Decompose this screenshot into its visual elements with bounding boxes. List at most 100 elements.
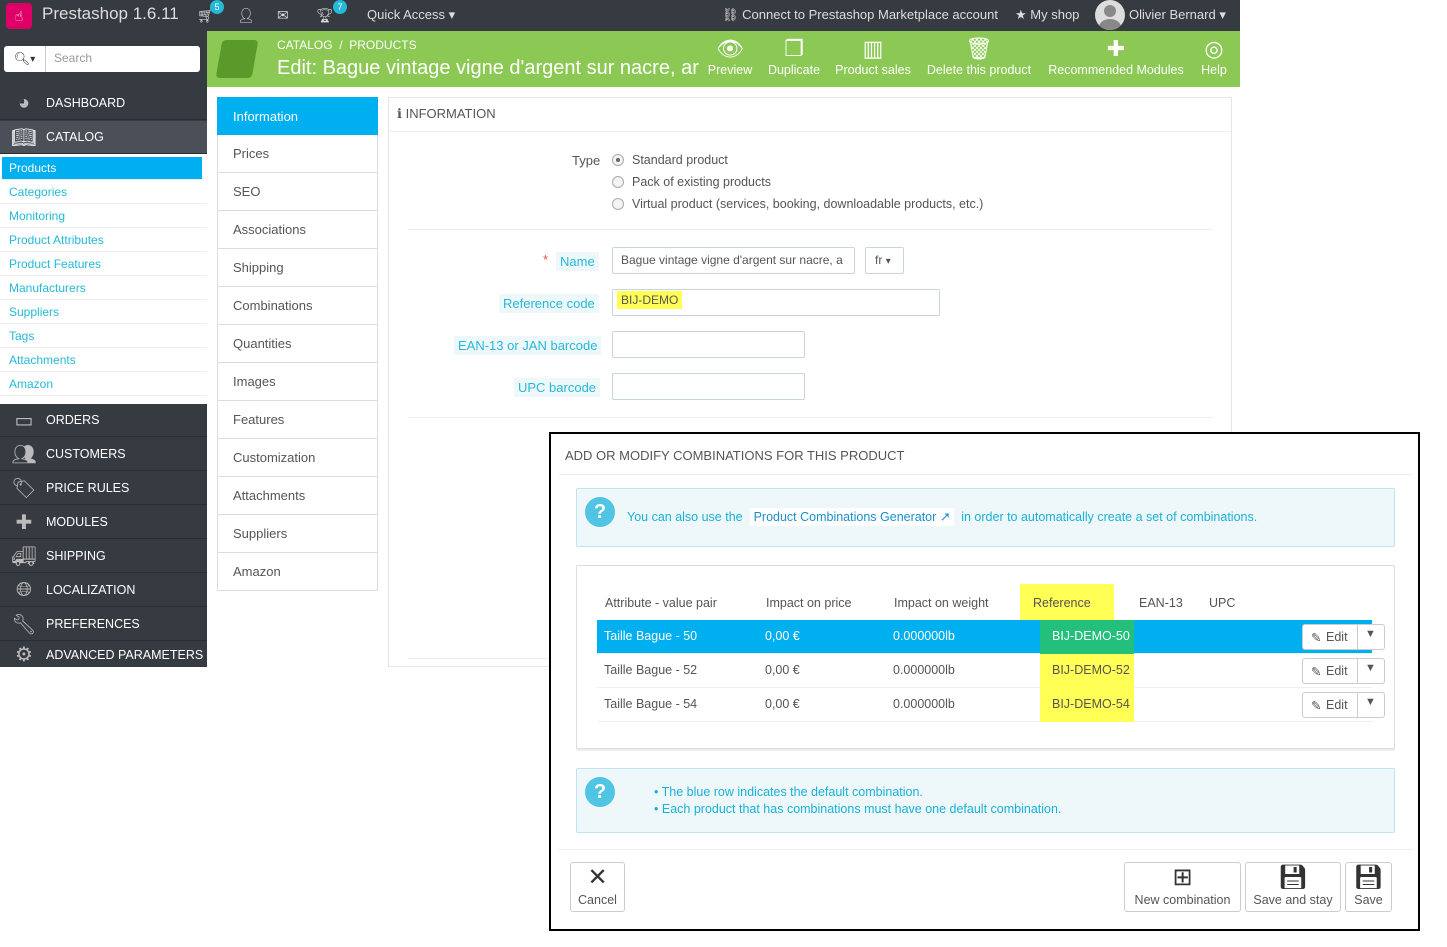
duplicate-button[interactable]: ❐ Duplicate — [765, 35, 823, 77]
language-value: fr — [875, 253, 883, 267]
upc-input[interactable] — [612, 373, 805, 400]
question-icon: ? — [585, 777, 615, 807]
save-button[interactable]: 💾︎ Save — [1345, 862, 1392, 912]
tab-prices[interactable]: Prices — [217, 135, 378, 173]
submenu-suppliers[interactable]: Suppliers — [0, 300, 207, 324]
submenu-manufacturers[interactable]: Manufacturers — [0, 276, 207, 300]
new-combination-button[interactable]: ⊞ New combination — [1124, 862, 1241, 912]
menu-modules[interactable]: ✚ MODULES — [0, 506, 207, 539]
search-input[interactable]: Search — [54, 51, 92, 65]
cancel-button[interactable]: ✕ Cancel — [570, 862, 625, 912]
delete-product-button[interactable]: 🗑︎ Delete this product — [924, 35, 1034, 77]
type-pack-radio[interactable]: Pack of existing products — [612, 175, 771, 189]
caret-down-icon[interactable]: ▼ — [1365, 628, 1376, 640]
menu-price-rules[interactable]: 🏷︎ PRICE RULES — [0, 472, 207, 505]
submenu-product-features[interactable]: Product Features — [0, 252, 207, 276]
breadcrumb-catalog[interactable]: CATALOG — [277, 38, 333, 52]
preview-button[interactable]: 👁︎ Preview — [707, 35, 753, 77]
generator-link[interactable]: Product Combinations Generator ↗ — [749, 508, 955, 526]
submenu-attachments[interactable]: Attachments — [0, 348, 207, 372]
tab-attachments[interactable]: Attachments — [217, 477, 378, 515]
menu-shipping[interactable]: 🚚︎ SHIPPING — [0, 540, 207, 573]
menu-orders[interactable]: ▭ ORDERS — [0, 404, 207, 437]
customer-icon[interactable]: 👤︎ — [237, 7, 255, 24]
menu-catalog[interactable]: 📖︎ CATALOG — [0, 121, 207, 154]
product-sales-button[interactable]: ▥ Product sales — [833, 35, 913, 77]
search-type-button[interactable]: 🔍︎ ▾ — [4, 46, 46, 72]
save-and-stay-button[interactable]: 💾︎ Save and stay — [1245, 862, 1341, 912]
table-row[interactable]: Taille Bague - 52 0,00 € 0.000000lb BIJ-… — [597, 654, 1385, 688]
type-standard-radio[interactable]: Standard product — [612, 153, 728, 167]
tab-information[interactable]: Information — [217, 97, 378, 135]
reference-input[interactable]: BIJ-DEMO — [612, 289, 940, 316]
default-combination-alert: ? • The blue row indicates the default c… — [576, 768, 1395, 833]
caret-down-icon[interactable]: ▼ — [1365, 696, 1376, 708]
tab-features[interactable]: Features — [217, 401, 378, 439]
name-label: Name — [556, 252, 599, 271]
submenu-monitoring[interactable]: Monitoring — [0, 204, 207, 228]
edit-button[interactable]: ✎ Edit ▼ — [1302, 692, 1385, 718]
cell-price: 0,00 € — [765, 629, 800, 643]
edit-button[interactable]: ✎ Edit ▼ — [1302, 658, 1385, 684]
submenu-categories[interactable]: Categories — [0, 180, 207, 204]
floppy-icon: 💾︎ — [1277, 864, 1309, 891]
quick-access-menu[interactable]: Quick Access ▾ — [367, 7, 455, 23]
duplicate-label: Duplicate — [767, 63, 821, 77]
name-input[interactable]: Bague vintage vigne d'argent sur nacre, … — [612, 247, 855, 274]
wrench-icon: 🔧︎ — [11, 613, 37, 636]
my-shop-link[interactable]: ★ My shop — [1015, 7, 1079, 23]
tab-amazon[interactable]: Amazon — [217, 553, 378, 591]
divider — [408, 229, 1212, 230]
tab-seo[interactable]: SEO — [217, 173, 378, 211]
help-button[interactable]: ◎ Help — [1197, 35, 1231, 77]
type-virtual-radio[interactable]: Virtual product (services, booking, down… — [612, 197, 983, 211]
tab-quantities[interactable]: Quantities — [217, 325, 378, 363]
user-menu[interactable]: Olivier Bernard ▾ — [1129, 7, 1226, 23]
tab-shipping[interactable]: Shipping — [217, 249, 378, 287]
caret-down-icon: ▾ — [448, 7, 456, 22]
cart-badge: 5 — [210, 0, 224, 14]
submenu-amazon[interactable]: Amazon — [0, 372, 207, 396]
cell-attribute: Taille Bague - 54 — [604, 697, 698, 711]
submenu-tags[interactable]: Tags — [0, 324, 207, 348]
breadcrumb-products[interactable]: PRODUCTS — [349, 38, 416, 52]
note-text: Each product that has combinations must … — [661, 802, 1062, 816]
pencil-icon: ✎ — [1311, 665, 1322, 679]
edit-button[interactable]: ✎ Edit ▼ — [1302, 624, 1385, 650]
pencil-icon: ✎ — [1311, 699, 1322, 713]
tab-images[interactable]: Images — [217, 363, 378, 401]
dashboard-icon: ◕ — [17, 91, 31, 114]
submenu-product-attributes[interactable]: Product Attributes — [0, 228, 207, 252]
edit-label: Edit — [1326, 698, 1348, 712]
divider — [408, 658, 548, 659]
language-select[interactable]: fr ▾ — [865, 247, 904, 274]
ean-input[interactable] — [612, 331, 805, 358]
tab-suppliers[interactable]: Suppliers — [217, 515, 378, 553]
cell-price: 0,00 € — [765, 663, 800, 677]
avatar[interactable] — [1095, 0, 1125, 30]
menu-customers[interactable]: 👥︎ CUSTOMERS — [0, 438, 207, 471]
edit-label: Edit — [1326, 630, 1348, 644]
table-row[interactable]: Taille Bague - 50 0,00 € 0.000000lb BIJ-… — [597, 620, 1385, 654]
recommended-modules-button[interactable]: ✚ Recommended Modules — [1046, 35, 1186, 77]
trophy-icon[interactable]: 🏆︎ — [316, 7, 334, 24]
caret-down-icon[interactable]: ▼ — [1365, 662, 1376, 674]
modal-heading: ADD OR MODIFY COMBINATIONS FOR THIS PROD… — [565, 448, 905, 463]
menu-customers-label: CUSTOMERS — [46, 447, 126, 461]
menu-preferences[interactable]: 🔧︎ PREFERENCES — [0, 608, 207, 641]
tab-combinations[interactable]: Combinations — [217, 287, 378, 325]
menu-dashboard[interactable]: ◕ DASHBOARD — [0, 87, 207, 120]
message-icon[interactable]: ✉ — [277, 7, 289, 24]
prestashop-logo-icon[interactable]: ☝ — [6, 3, 32, 29]
cell-attribute: Taille Bague - 52 — [604, 663, 698, 677]
tab-associations[interactable]: Associations — [217, 211, 378, 249]
generator-hint-text: You can also use the Product Combination… — [627, 508, 1257, 526]
tab-customization[interactable]: Customization — [217, 439, 378, 477]
connect-marketplace-link[interactable]: ⛓ Connect to Prestashop Marketplace acco… — [722, 7, 998, 23]
menu-localization[interactable]: 🌐︎ LOCALIZATION — [0, 574, 207, 607]
recommended-label: Recommended Modules — [1048, 63, 1184, 77]
radio-icon — [612, 176, 624, 188]
table-row[interactable]: Taille Bague - 54 0,00 € 0.000000lb BIJ-… — [597, 688, 1385, 722]
submenu-products[interactable]: Products — [2, 157, 202, 180]
menu-advanced-parameters[interactable]: ⚙ ADVANCED PARAMETERS — [0, 642, 207, 667]
